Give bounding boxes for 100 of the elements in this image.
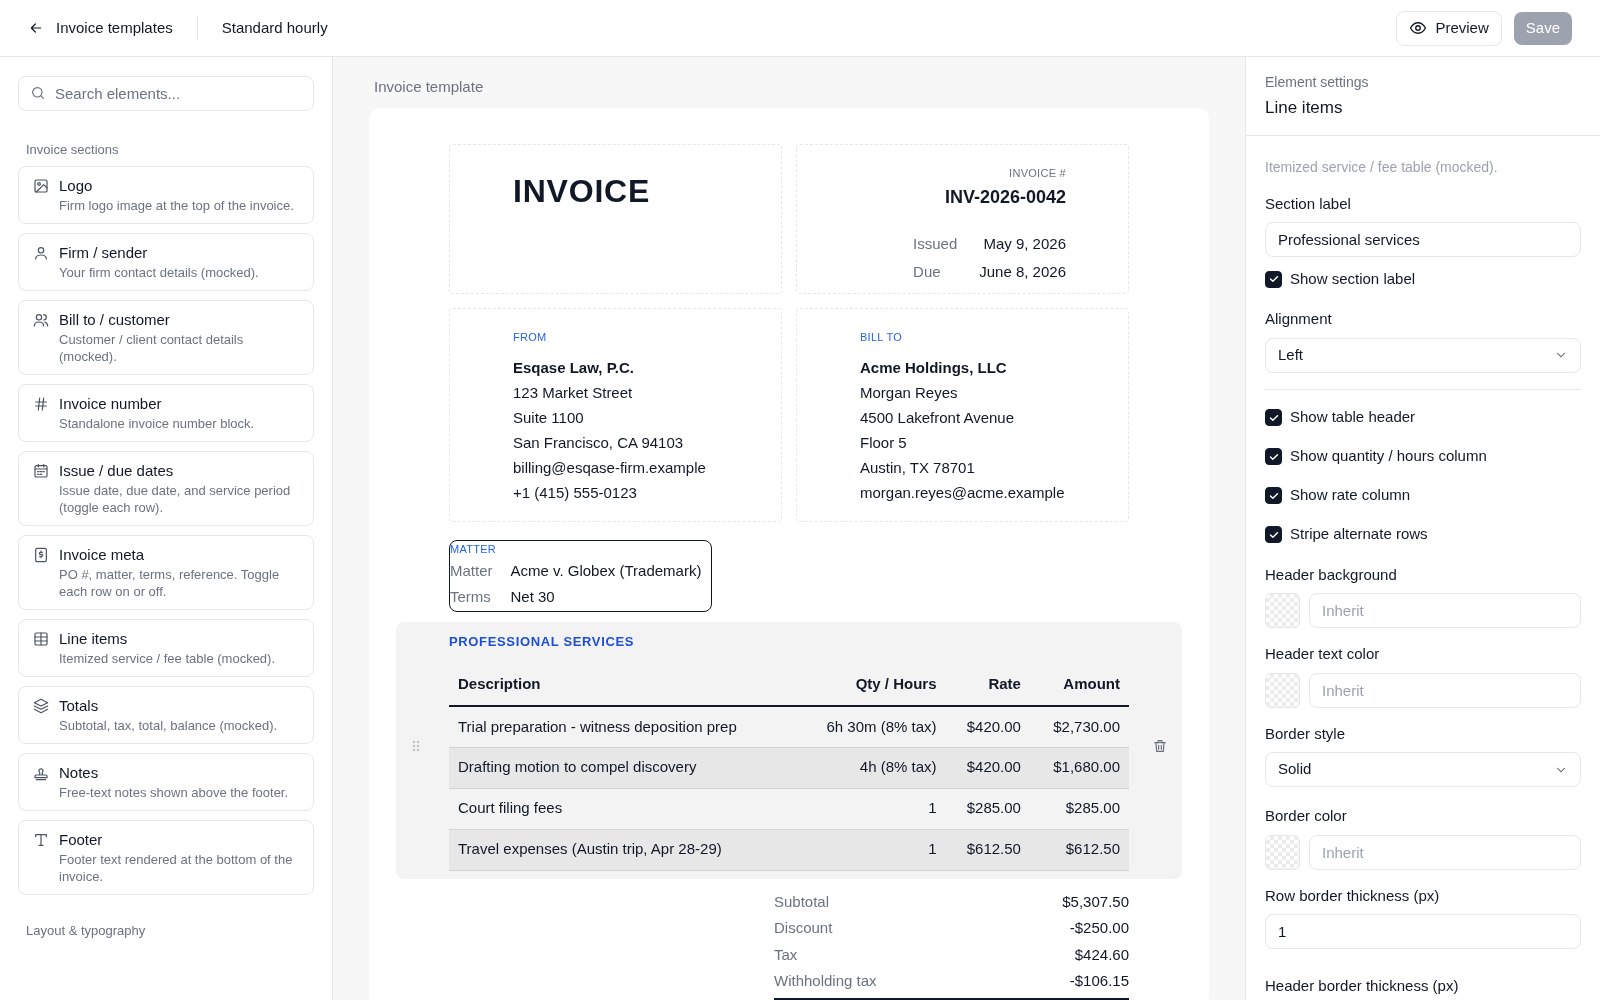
card-description: Customer / client contact details (mocked). bbox=[59, 330, 245, 365]
element-card[interactable]: Totals Subtotal, tax, total, balance (mocked). bbox=[18, 685, 314, 744]
column-header: Description bbox=[449, 667, 796, 706]
table-cell: 6h 30m (8% tax) bbox=[795, 706, 946, 747]
table-cell: $612.50 bbox=[1029, 829, 1129, 870]
card-description: Issue date, due date, and service period (toggle each row). bbox=[59, 481, 292, 516]
text-icon bbox=[33, 831, 49, 848]
element-card[interactable]: Footer Footer text rendered at the bottom of the invoice. bbox=[18, 819, 314, 895]
checkbox[interactable] bbox=[1265, 409, 1282, 426]
element-card[interactable]: Firm / sender Your firm contact details (mocked). bbox=[18, 232, 314, 291]
table-cell: 1 bbox=[795, 829, 946, 870]
checkbox-label: Show rate column bbox=[1290, 485, 1411, 506]
search-field[interactable]: Search elements... bbox=[18, 76, 314, 111]
people-icon bbox=[33, 311, 49, 328]
field-label: Header text color bbox=[1265, 644, 1381, 664]
receipt-icon bbox=[33, 546, 49, 563]
table-cell: Trial preparation - witness deposition prep bbox=[449, 706, 796, 747]
invoice-number: INV-2026-0042 bbox=[944, 186, 1066, 209]
dropdown[interactable]: Solid bbox=[1265, 752, 1581, 787]
color-swatch[interactable] bbox=[1265, 593, 1300, 628]
address-line: Suite 1100 bbox=[513, 408, 585, 428]
card-title: Notes bbox=[59, 762, 100, 783]
element-card[interactable]: Invoice number Standalone invoice number block. bbox=[18, 383, 314, 442]
card-title: Logo bbox=[59, 175, 94, 196]
invoice-heading: INVOICE bbox=[513, 171, 652, 211]
checkbox[interactable] bbox=[1265, 526, 1282, 543]
panel-title: Line items bbox=[1265, 97, 1344, 119]
table-cell: $2,730.00 bbox=[1029, 706, 1129, 747]
total-label: Withholding tax bbox=[774, 971, 877, 991]
element-card[interactable]: Logo Firm logo image at the top of the invoice. bbox=[18, 165, 314, 224]
total-label: Discount bbox=[774, 918, 833, 938]
color-input[interactable]: Inherit bbox=[1309, 834, 1581, 870]
color-input[interactable]: Inherit bbox=[1309, 593, 1581, 628]
table-cell: $1,680.00 bbox=[1029, 747, 1129, 788]
card-title: Firm / sender bbox=[59, 242, 149, 263]
card-description: Footer text rendered at the bottom of the invoice. bbox=[59, 850, 294, 885]
field-label: Row border thickness (px) bbox=[1265, 885, 1441, 906]
back-link[interactable]: Invoice templates bbox=[28, 16, 173, 40]
card-description: Subtotal, tax, total, balance (mocked). bbox=[59, 716, 278, 734]
dropdown[interactable]: Left bbox=[1265, 337, 1581, 373]
element-card[interactable]: Line items Itemized service / fee table (mocked). bbox=[18, 618, 314, 677]
color-swatch[interactable] bbox=[1265, 672, 1300, 708]
calendar-icon bbox=[33, 462, 49, 479]
meta-field-label: Matter bbox=[450, 560, 493, 581]
table-cell: Court filing fees bbox=[449, 788, 796, 829]
card-title: Totals bbox=[59, 695, 100, 716]
table-cell: $285.00 bbox=[1029, 788, 1129, 829]
element-card[interactable]: Notes Free-text notes shown above the footer. bbox=[18, 752, 314, 811]
party-name: Acme Holdings, LLC bbox=[860, 358, 1008, 378]
total-value: $5,307.50 bbox=[1062, 891, 1129, 912]
table-cell: 4h (8% tax) bbox=[795, 747, 946, 788]
section-heading: Invoice sections bbox=[25, 141, 120, 159]
field-label: Header border thickness (px) bbox=[1265, 976, 1460, 996]
field-label: Border color bbox=[1265, 806, 1348, 826]
party-name: Esqase Law, P.C. bbox=[513, 358, 635, 378]
element-card[interactable]: Bill to / customer Customer / client contact details (mocked). bbox=[18, 299, 314, 375]
table-cell: Travel expenses (Austin trip, Apr 28-29) bbox=[449, 829, 796, 870]
card-title: Invoice meta bbox=[59, 544, 146, 565]
layers-icon bbox=[33, 697, 49, 714]
checkbox-label: Stripe alternate rows bbox=[1290, 524, 1428, 545]
text-input[interactable]: 1 bbox=[1265, 914, 1581, 949]
address-line: San Francisco, CA 94103 bbox=[513, 433, 685, 453]
element-card[interactable]: Issue / due dates Issue date, due date, and service period (toggle each row). bbox=[18, 450, 314, 526]
color-swatch[interactable] bbox=[1265, 834, 1300, 870]
checkbox[interactable] bbox=[1265, 448, 1282, 465]
field-label: Border style bbox=[1265, 723, 1347, 744]
back-arrow-icon bbox=[28, 20, 44, 36]
table-cell: $420.00 bbox=[945, 706, 1030, 747]
date-label: Due bbox=[913, 261, 942, 282]
column-header: Rate bbox=[945, 667, 1030, 706]
total-label: Tax bbox=[774, 944, 798, 965]
field-label: INVOICE # bbox=[1009, 165, 1066, 181]
checkbox[interactable] bbox=[1265, 270, 1282, 288]
field-label: Alignment bbox=[1265, 309, 1333, 329]
table-cell: Drafting motion to compel discovery bbox=[449, 747, 796, 788]
color-input[interactable]: Inherit bbox=[1309, 672, 1581, 708]
checkbox[interactable] bbox=[1265, 487, 1282, 504]
card-title: Bill to / customer bbox=[59, 309, 171, 330]
address-line: morgan.reyes@acme.example bbox=[860, 483, 1066, 503]
eye-icon bbox=[1409, 19, 1428, 37]
panel-description: Itemized service / fee table (mocked). bbox=[1265, 157, 1499, 177]
text-input[interactable]: Professional services bbox=[1265, 222, 1581, 257]
card-description: Firm logo image at the top of the invoice. bbox=[59, 196, 294, 214]
address-line: billing@esqase-firm.example bbox=[513, 458, 707, 478]
total-value: -$250.00 bbox=[1069, 918, 1129, 938]
address-line: Floor 5 bbox=[860, 433, 908, 453]
date-label: Issued bbox=[913, 234, 958, 254]
address-line: Austin, TX 78701 bbox=[860, 458, 976, 478]
canvas-title: Invoice template bbox=[373, 77, 485, 97]
preview-button[interactable]: Preview bbox=[1396, 10, 1502, 46]
column-header: Amount bbox=[1029, 667, 1129, 706]
total-label: Subtotal bbox=[774, 891, 830, 912]
party-label: FROM bbox=[513, 329, 548, 345]
card-description: Your firm contact details (mocked). bbox=[59, 263, 259, 281]
trash-icon[interactable] bbox=[1152, 737, 1168, 754]
column-header: Qty / Hours bbox=[795, 667, 946, 706]
element-card[interactable]: Invoice meta PO #, matter, terms, reference. Toggle each row on or off. bbox=[18, 534, 314, 610]
person-icon bbox=[33, 244, 49, 261]
section-label: PROFESSIONAL SERVICES bbox=[449, 632, 636, 651]
address-line: 4500 Lakefront Avenue bbox=[860, 408, 1016, 428]
